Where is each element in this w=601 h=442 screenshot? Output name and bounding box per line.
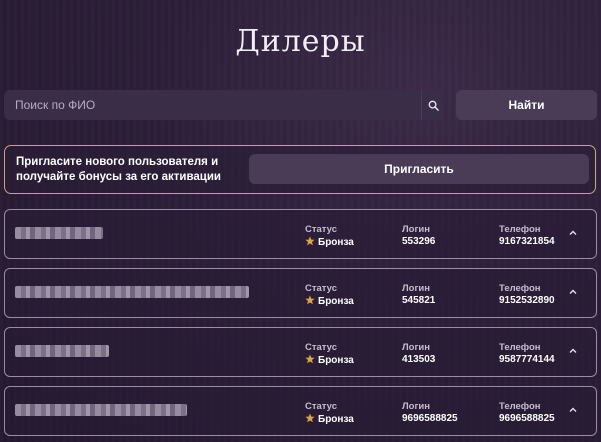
phone-label: Телефон [499, 224, 541, 235]
login-value: 413503 [402, 354, 436, 365]
login-label: Логин [402, 224, 431, 235]
status-label: Статус [305, 283, 338, 294]
dealer-name-blurred [15, 227, 103, 239]
invite-text-line1: Пригласите нового пользователя и [16, 156, 219, 168]
login-label: Логин [402, 283, 431, 294]
search-input[interactable] [4, 97, 421, 113]
phone-value: 9152532890 [499, 295, 555, 306]
find-button[interactable]: Найти [456, 90, 597, 120]
status-column: Статус Бронза [305, 401, 354, 426]
invite-text: Пригласите нового пользователя и получай… [16, 155, 246, 185]
page-title: Дилеры [235, 24, 366, 60]
status-value: Бронза [318, 355, 354, 366]
status-value: Бронза [318, 296, 354, 307]
login-label: Логин [402, 401, 431, 412]
dealer-name-blurred [15, 404, 187, 416]
chevron-up-icon[interactable] [567, 228, 579, 238]
invite-button[interactable]: Пригласить [249, 154, 589, 184]
status-value: Бронза [318, 237, 354, 248]
phone-label: Телефон [499, 342, 541, 353]
phone-value: 9587774144 [499, 354, 555, 365]
invite-banner: Пригласите нового пользователя и получай… [4, 145, 596, 194]
invite-text-line2: получайте бонусы за его активации [16, 171, 221, 183]
chevron-up-icon[interactable] [567, 287, 579, 297]
status-label: Статус [305, 401, 338, 412]
status-column: Статус Бронза [305, 283, 354, 308]
dealer-name-blurred [15, 345, 109, 357]
dealer-row[interactable]: Статус Бронза Логин 553296 Телефон 91673… [4, 209, 597, 259]
phone-column: Телефон 9587774144 [499, 342, 555, 366]
status-column: Статус Бронза [305, 342, 354, 367]
phone-column: Телефон 9152532890 [499, 283, 555, 307]
star-icon [305, 236, 315, 246]
login-column: Логин 553296 [402, 224, 435, 248]
phone-label: Телефон [499, 401, 541, 412]
star-icon [305, 354, 315, 364]
login-value: 545821 [402, 295, 436, 306]
status-value: Бронза [318, 414, 354, 425]
login-column: Логин 9696588825 [402, 401, 458, 425]
login-column: Логин 545821 [402, 283, 435, 307]
status-column: Статус Бронза [305, 224, 354, 249]
search-icon[interactable] [421, 90, 444, 120]
login-value: 9696588825 [402, 413, 458, 424]
phone-label: Телефон [499, 283, 541, 294]
login-column: Логин 413503 [402, 342, 435, 366]
status-label: Статус [305, 224, 338, 235]
phone-column: Телефон 9167321854 [499, 224, 555, 248]
dealer-row[interactable]: Статус Бронза Логин 413503 Телефон 95877… [4, 327, 597, 377]
phone-column: Телефон 9696588825 [499, 401, 555, 425]
chevron-up-icon[interactable] [567, 346, 579, 356]
star-icon [305, 413, 315, 423]
star-icon [305, 295, 315, 305]
dealer-row[interactable]: Статус Бронза Логин 545821 Телефон 91525… [4, 268, 597, 318]
login-label: Логин [402, 342, 431, 353]
phone-value: 9167321854 [499, 236, 555, 247]
dealer-name-blurred [15, 286, 249, 298]
phone-value: 9696588825 [499, 413, 555, 424]
chevron-up-icon[interactable] [567, 405, 579, 415]
login-value: 553296 [402, 236, 436, 247]
dealer-row[interactable]: Статус Бронза Логин 9696588825 Телефон 9… [4, 386, 597, 436]
search-bar [4, 90, 444, 120]
status-label: Статус [305, 342, 338, 353]
